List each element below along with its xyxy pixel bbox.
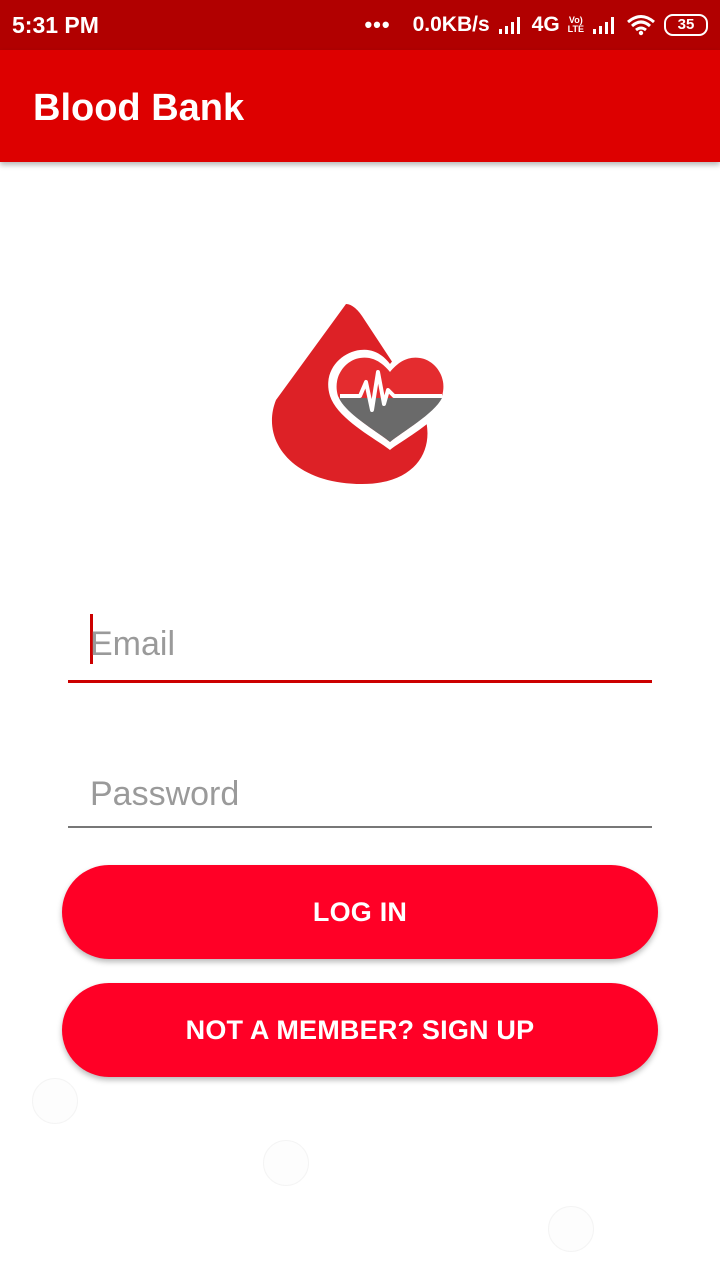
- volte-icon: Vo) LTE: [568, 16, 584, 34]
- volte-bottom-label: LTE: [567, 24, 584, 34]
- network-type: 4G: [531, 13, 560, 36]
- signal-icon: [592, 15, 618, 35]
- app-title: Blood Bank: [33, 87, 245, 129]
- more-notifications-indicator: •••: [364, 12, 391, 37]
- signal-icon: [498, 15, 524, 35]
- decorative-circle: [263, 1140, 309, 1186]
- network-speed: 0.0KB/s: [412, 13, 490, 36]
- status-icons: ••• 0.0KB/s 4G Vo) LTE 35: [364, 9, 708, 41]
- blood-drop-heart-logo: [262, 300, 462, 492]
- login-button[interactable]: LOG IN: [62, 865, 658, 959]
- app-bar: Blood Bank: [0, 50, 720, 162]
- status-time: 5:31 PM: [12, 12, 99, 38]
- status-bar: 5:31 PM ••• 0.0KB/s 4G Vo) LTE 35: [0, 0, 720, 50]
- decorative-circle: [32, 1078, 78, 1124]
- wifi-icon: [626, 14, 656, 36]
- password-input[interactable]: [90, 768, 630, 820]
- password-field[interactable]: [68, 758, 652, 828]
- decorative-circle: [548, 1206, 594, 1252]
- email-field[interactable]: [68, 608, 652, 683]
- signup-button[interactable]: NOT A MEMBER? SIGN UP: [62, 983, 658, 1077]
- battery-icon: 35: [664, 14, 708, 36]
- email-input[interactable]: [90, 618, 630, 670]
